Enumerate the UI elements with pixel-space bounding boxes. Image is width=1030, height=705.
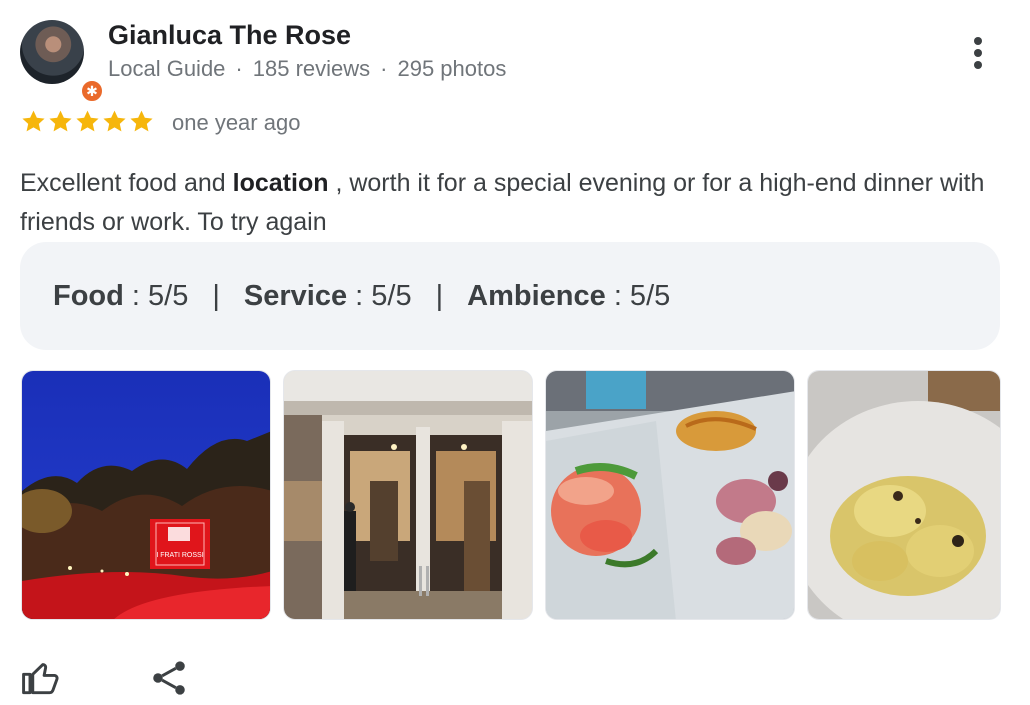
- reviewer-role: Local Guide: [108, 56, 226, 81]
- photo-sign-text: I FRATI ROSSI: [156, 552, 203, 559]
- star-icon: [20, 109, 47, 135]
- rating-separator: |: [212, 279, 220, 312]
- more-vert-icon: [974, 49, 982, 57]
- review-photo-entrance[interactable]: [283, 370, 533, 620]
- star-rating: [20, 109, 155, 135]
- rating-value: : 5/5: [123, 279, 189, 312]
- meta-separator: ·: [235, 56, 243, 81]
- rating-value: : 5/5: [347, 279, 412, 312]
- rating-value: : 5/5: [605, 279, 671, 312]
- review-text-start: Excellent food and: [20, 169, 233, 197]
- review-date: one year ago: [172, 110, 301, 135]
- meta-separator: ·: [380, 56, 388, 81]
- more-vert-icon: [974, 37, 982, 45]
- more-vert-icon: [974, 61, 982, 69]
- share-icon: [153, 661, 185, 695]
- review-photo-seafood[interactable]: [545, 370, 795, 620]
- share-button[interactable]: [147, 656, 191, 700]
- reviewer-reviews-count[interactable]: 185 reviews: [253, 56, 370, 81]
- review-photo-ravioli[interactable]: [807, 370, 1001, 620]
- rating-label: Food: [53, 279, 124, 312]
- star-icon: [47, 109, 74, 135]
- rating-food: Food : 5/5: [53, 280, 188, 313]
- review-text: Excellent food and location , worth it f…: [20, 164, 1000, 242]
- rating-service: Service : 5/5: [244, 280, 412, 313]
- sub-ratings-panel: Food : 5/5 | Service : 5/5 | Ambience : …: [20, 242, 1000, 350]
- rating-ambience: Ambience : 5/5: [467, 280, 670, 313]
- rating-separator: |: [435, 279, 444, 312]
- entrance-photo-image: [284, 371, 532, 619]
- like-button[interactable]: [19, 656, 63, 700]
- reviewer-meta: Local Guide · 185 reviews · 295 photos: [108, 56, 506, 82]
- exterior-photo-image: I FRATI ROSSI: [22, 371, 270, 619]
- reviewer-avatar[interactable]: ✱: [20, 20, 105, 104]
- review-text-highlight: location: [232, 169, 329, 197]
- star-icon: [101, 109, 128, 135]
- reviewer-photos-count[interactable]: 295 photos: [397, 56, 506, 81]
- reviewer-name[interactable]: Gianluca The Rose: [108, 20, 351, 51]
- review-photo-exterior[interactable]: I FRATI ROSSI: [21, 370, 271, 620]
- seafood-photo-image: [546, 371, 794, 619]
- rating-label: Ambience: [467, 279, 606, 312]
- star-icon: [128, 109, 155, 135]
- thumb-up-icon: [22, 663, 59, 695]
- ravioli-photo-image: [808, 371, 1000, 619]
- star-icon: [74, 109, 101, 135]
- rating-label: Service: [243, 279, 348, 312]
- more-options-button[interactable]: [964, 30, 992, 74]
- local-guide-badge-icon: ✱: [79, 78, 105, 104]
